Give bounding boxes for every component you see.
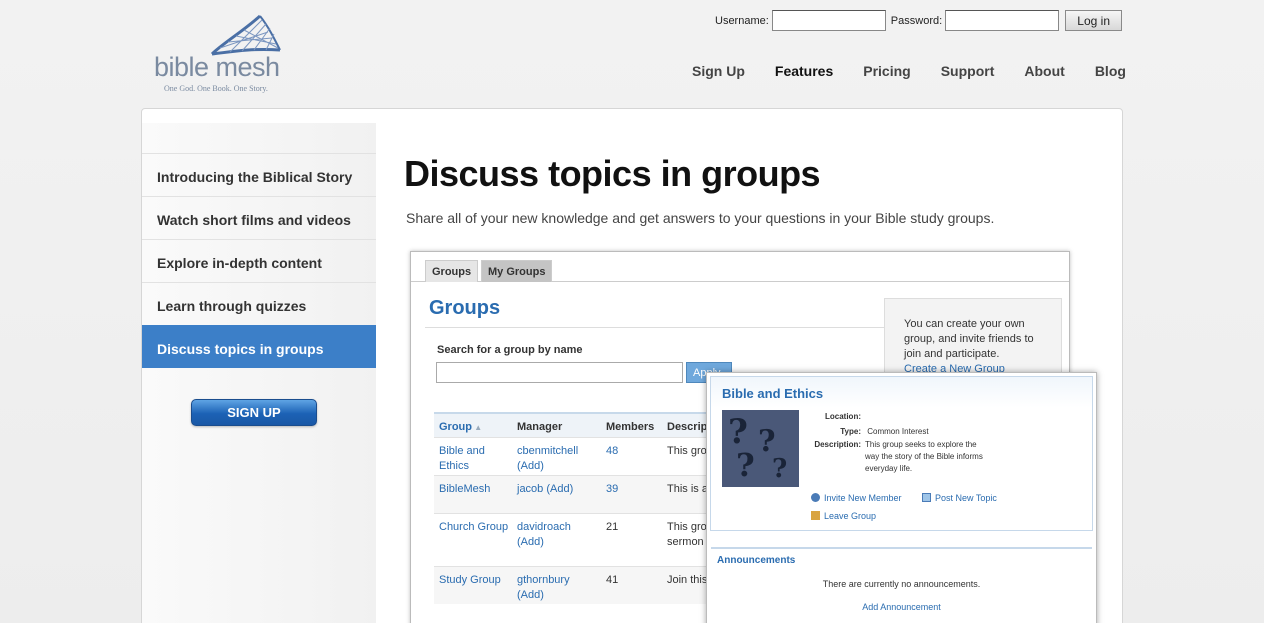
column-description: Descript (667, 421, 712, 433)
username-input[interactable] (771, 10, 886, 31)
signup-button[interactable]: SIGN UP (191, 399, 317, 426)
location-row: Location: (807, 411, 861, 423)
groups-heading: Groups (429, 297, 501, 319)
leave-icon (811, 511, 820, 520)
nav-support[interactable]: Support (941, 63, 995, 79)
sidebar-item-biblical-story[interactable]: Introducing the Biblical Story (142, 153, 376, 196)
nav-about[interactable]: About (1024, 63, 1064, 79)
info-text: You can create your own group, and invit… (904, 318, 1034, 360)
group-image: ? ? ? ? (722, 410, 799, 487)
nav-blog[interactable]: Blog (1095, 63, 1126, 79)
column-members: Members (606, 421, 655, 433)
manager-link[interactable]: gthornbury (Add) (517, 573, 597, 603)
location-label: Location: (825, 412, 861, 421)
group-detail-card: Bible and Ethics ? ? ? ? Location: Type:… (710, 376, 1093, 531)
group-link[interactable]: Church Group (439, 520, 509, 535)
logo-wordmark: bible mesh (154, 52, 280, 82)
column-manager: Manager (517, 421, 563, 433)
manager-link[interactable]: jacob (Add) (517, 482, 597, 497)
nav-pricing[interactable]: Pricing (863, 63, 910, 79)
search-label: Search for a group by name (437, 344, 583, 356)
post-icon (922, 493, 931, 502)
sidebar-item-content[interactable]: Explore in-depth content (142, 239, 376, 282)
announcements-section: Announcements There are currently no ann… (711, 547, 1092, 612)
divider (425, 327, 885, 328)
page-subtitle: Share all of your new knowledge and get … (406, 210, 995, 226)
group-detail-popup: Bible and Ethics ? ? ? ? Location: Type:… (706, 372, 1097, 623)
login-form: Username: Password: Log in (715, 10, 1123, 31)
type-label: Type: (840, 427, 861, 436)
logo-tagline: One God. One Book. One Story. (164, 84, 268, 93)
nav-features[interactable]: Features (775, 63, 833, 79)
password-label: Password: (890, 14, 943, 27)
tab-groups[interactable]: Groups (425, 260, 479, 282)
column-group[interactable]: Group ▲ (439, 421, 482, 433)
description-label: Description: (814, 440, 861, 449)
members-count: 41 (606, 574, 619, 586)
main-nav: Sign Up Features Pricing Support About B… (692, 63, 1126, 79)
description-row: Description: This group seeks to explore… (807, 439, 987, 475)
feature-sidebar: Introducing the Biblical Story Watch sho… (142, 123, 376, 623)
post-topic-link[interactable]: Post New Topic (922, 493, 997, 503)
group-link[interactable]: Study Group (439, 573, 509, 588)
no-announcements-text: There are currently no announcements. (822, 579, 981, 589)
members-count[interactable]: 39 (606, 482, 618, 497)
login-button[interactable]: Log in (1065, 10, 1123, 31)
nav-signup[interactable]: Sign Up (692, 63, 745, 79)
sidebar-item-quizzes[interactable]: Learn through quizzes (142, 282, 376, 325)
sort-arrow-icon: ▲ (472, 423, 483, 432)
group-link[interactable]: Bible and Ethics (439, 444, 509, 474)
group-search-input[interactable] (436, 362, 683, 383)
manager-link[interactable]: cbenmitchell (Add) (517, 444, 597, 474)
username-label: Username: (715, 14, 769, 27)
invite-member-link[interactable]: Invite New Member (811, 493, 902, 503)
type-row: Type: Common Interest (807, 426, 929, 438)
announcements-title: Announcements (717, 555, 796, 566)
screenshot-tabs: Groups My Groups (411, 252, 1069, 282)
type-value: Common Interest (867, 427, 929, 436)
page-title: Discuss topics in groups (404, 153, 821, 194)
sidebar-item-groups[interactable]: Discuss topics in groups (142, 325, 376, 368)
leave-group-link[interactable]: Leave Group (811, 511, 876, 521)
members-count[interactable]: 48 (606, 444, 618, 459)
group-title: Bible and Ethics (722, 386, 824, 401)
tab-my-groups[interactable]: My Groups (481, 260, 553, 282)
sidebar-item-films[interactable]: Watch short films and videos (142, 196, 376, 239)
group-link[interactable]: BibleMesh (439, 482, 509, 497)
members-count: 21 (606, 521, 619, 533)
logo[interactable]: bible mesh One God. One Book. One Story. (150, 12, 290, 97)
manager-link[interactable]: davidroach (Add) (517, 520, 597, 550)
password-input[interactable] (945, 10, 1060, 31)
description-value: This group seeks to explore the way the … (865, 440, 983, 473)
add-announcement-link[interactable]: Add Announcement (711, 602, 1092, 612)
people-icon (811, 493, 820, 502)
